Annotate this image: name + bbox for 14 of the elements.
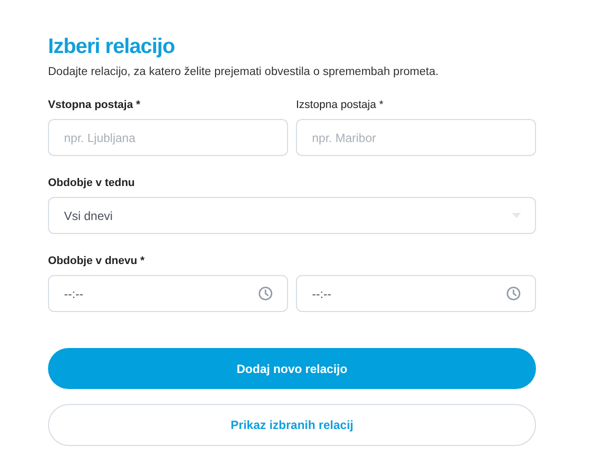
weekday-select[interactable]: Vsi dnevi bbox=[48, 197, 536, 234]
field-label: Vstopna postaja * bbox=[48, 98, 142, 112]
form-title: Izberi relacijo bbox=[48, 34, 176, 60]
field-label: Obdobje v tednu bbox=[48, 176, 136, 190]
clock-icon bbox=[258, 286, 273, 301]
field-label: Obdobje v dnevu * bbox=[48, 254, 146, 268]
time-input[interactable]: --:-- bbox=[48, 275, 288, 312]
station-input[interactable]: npr. Maribor bbox=[296, 119, 536, 156]
station-input[interactable]: npr. Ljubljana bbox=[48, 119, 288, 156]
caret-icon bbox=[512, 213, 521, 218]
form-description: Dodajte relacijo, za katero želite prejemati obvestila o spremembah prometa. bbox=[48, 66, 440, 78]
field-label: Izstopna postaja * bbox=[296, 98, 384, 112]
clock-icon bbox=[506, 286, 521, 301]
time-input[interactable]: --:-- bbox=[296, 275, 536, 312]
